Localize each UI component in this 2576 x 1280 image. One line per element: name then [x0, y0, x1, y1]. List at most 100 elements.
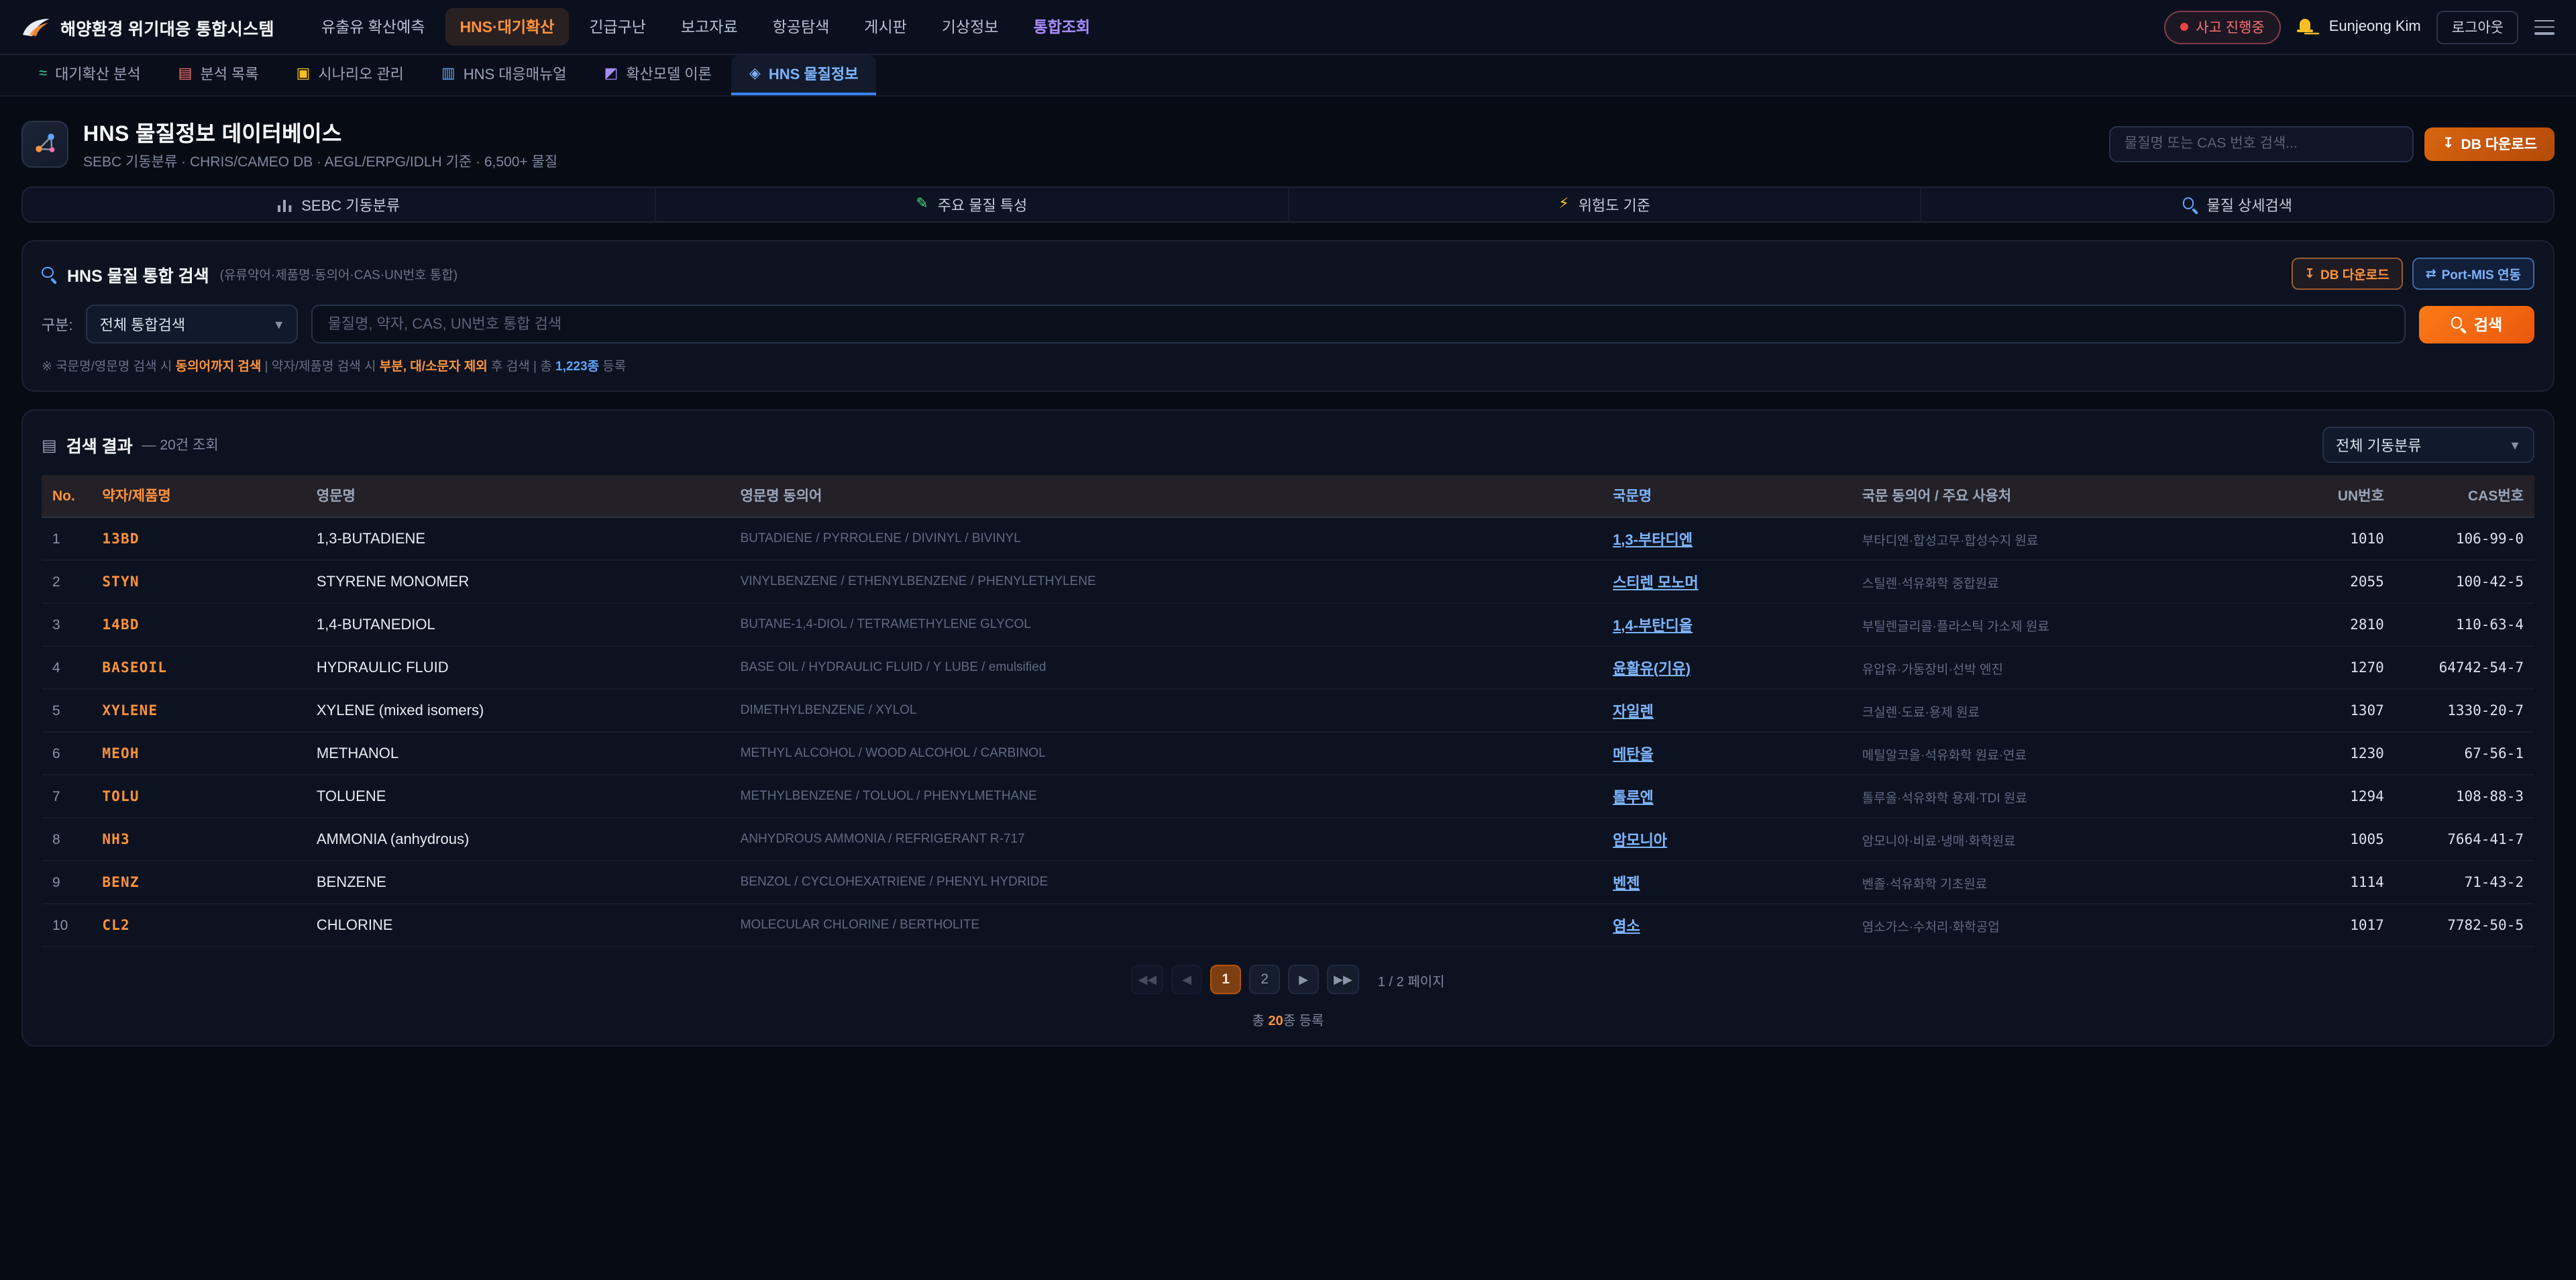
sub-tab[interactable]: ▣시나리오 관리 [279, 55, 421, 95]
feature-tab[interactable]: ⚡위험도 기준 [1289, 188, 1922, 221]
korean-synonym-cell: 암모니아·비료·냉매·화학원료 [1851, 818, 2300, 861]
un-number-cell: 1017 [2300, 904, 2395, 947]
korean-name-link[interactable]: 염소 [1613, 918, 1640, 935]
korean-name-link[interactable]: 1,4-부탄디올 [1613, 618, 1693, 634]
pagination-page-button[interactable]: 2 [1249, 965, 1280, 994]
feature-tab-label: SEBC 기동분류 [301, 194, 400, 215]
nav-item[interactable]: 항공탐색 [758, 8, 845, 46]
korean-name-link[interactable]: 벤젠 [1613, 875, 1640, 892]
korean-name-link[interactable]: 1,3-부타디엔 [1613, 532, 1693, 548]
nav-item[interactable]: 보고자료 [666, 8, 753, 46]
col-korean-name[interactable]: 국문명 [1602, 475, 1851, 517]
korean-name-link[interactable]: 톨루엔 [1613, 790, 1654, 806]
incident-status-badge[interactable]: 사고 진행중 [2163, 10, 2280, 44]
col-abbr[interactable]: 약자/제품명 [91, 475, 306, 517]
search-type-select[interactable]: 전체 통합검색 ▼ [87, 305, 299, 343]
chevron-down-icon: ▼ [2509, 438, 2521, 451]
row-number-cell: 3 [42, 603, 91, 646]
table-row: 4BASEOILHYDRAULIC FLUIDBASE OIL / HYDRAU… [42, 646, 2534, 689]
sub-tab[interactable]: ◩확산모델 이론 [587, 55, 729, 95]
table-row: 10CL2CHLORINEMOLECULAR CHLORINE / BERTHO… [42, 904, 2534, 947]
nav-item[interactable]: 게시판 [849, 8, 922, 46]
korean-name-link[interactable]: 자일렌 [1613, 704, 1654, 720]
pagination-page-button[interactable]: 1 [1210, 965, 1241, 994]
folder-icon: ▣ [297, 66, 311, 81]
unified-search-input[interactable] [312, 305, 2406, 343]
classification-filter-select[interactable]: 전체 기동분류 ▼ [2322, 427, 2534, 463]
feature-tab[interactable]: SEBC 기동분류 [23, 188, 656, 221]
panel-db-download-button[interactable]: ↧ DB 다운로드 [2291, 258, 2403, 290]
row-number-cell: 10 [42, 904, 91, 947]
page-subtitle: SEBC 기동분류 · CHRIS/CAMEO DB · AEGL/ERPG/I… [83, 152, 557, 172]
chevron-down-icon: ▼ [273, 317, 285, 331]
total-suffix: 종 등록 [1283, 1014, 1324, 1029]
english-synonym-cell: BUTANE-1,4-DIOL / TETRAMETHYLENE GLYCOL [730, 603, 1603, 646]
db-download-button[interactable]: ↧ DB 다운로드 [2425, 127, 2555, 160]
feature-tab[interactable]: 물질 상세검색 [1922, 188, 2554, 221]
pagination-last-button[interactable]: ▶▶ [1327, 965, 1359, 994]
korean-name-link[interactable]: 스티렌 모노머 [1613, 575, 1699, 591]
col-english-synonym[interactable]: 영문명 동의어 [730, 475, 1603, 517]
top-nav-right: 사고 진행중 Eunjeong Kim 로그아웃 [2163, 10, 2555, 44]
sub-tab[interactable]: ≈대기확산 분석 [21, 55, 158, 95]
pagination-info: 1 / 2 페이지 [1378, 969, 1445, 990]
row-number-cell: 9 [42, 861, 91, 904]
col-cas-number[interactable]: CAS번호 [2395, 475, 2534, 517]
search-form: 구분: 전체 통합검색 ▼ 검색 [42, 305, 2534, 343]
pagination-next-button[interactable]: ▶ [1288, 965, 1319, 994]
search-panel: HNS 물질 통합 검색 (유류약어·제품명·동의어·CAS·UN번호 통합) … [21, 240, 2555, 392]
english-name-cell: 1,3-BUTADIENE [306, 517, 730, 560]
page-header-actions: ↧ DB 다운로드 [2110, 125, 2555, 162]
korean-name-cell: 암모니아 [1602, 818, 1851, 861]
pagination-prev-button[interactable]: ◀ [1171, 965, 1202, 994]
nav-item[interactable]: 긴급구난 [574, 8, 661, 46]
nav-item[interactable]: HNS·대기확산 [445, 8, 569, 46]
logout-button[interactable]: 로그아웃 [2437, 10, 2518, 44]
search-button[interactable]: 검색 [2419, 305, 2534, 343]
bell-icon[interactable] [2297, 19, 2313, 35]
search-panel-subtitle: (유류약어·제품명·동의어·CAS·UN번호 통합) [220, 264, 458, 283]
header-search-input[interactable] [2110, 125, 2414, 162]
korean-name-link[interactable]: 메탄올 [1613, 747, 1654, 763]
book-icon: ▥ [441, 66, 455, 81]
pagination-first-button[interactable]: ◀◀ [1131, 965, 1163, 994]
english-name-cell: BENZENE [306, 861, 730, 904]
table-row: 7TOLUTOLUENEMETHYLBENZENE / TOLUOL / PHE… [42, 775, 2534, 818]
sub-tab[interactable]: ▥HNS 대응매뉴얼 [424, 55, 584, 95]
korean-synonym-cell: 벤졸·석유화학 기초원료 [1851, 861, 2300, 904]
english-synonym-cell: DIMETHYLBENZENE / XYLOL [730, 689, 1603, 732]
nav-item[interactable]: 유출유 확산예측 [307, 8, 440, 46]
results-count: — 20건 조회 [142, 435, 219, 455]
col-english-name[interactable]: 영문명 [306, 475, 730, 517]
table-row: 9BENZBENZENEBENZOL / CYCLOHEXATRIENE / P… [42, 861, 2534, 904]
abbr-cell: BENZ [91, 861, 306, 904]
theory-icon: ◩ [604, 66, 619, 81]
cas-number-cell: 100-42-5 [2395, 560, 2534, 603]
korean-synonym-cell: 크실렌·도료·용제 원료 [1851, 689, 2300, 732]
korean-name-link[interactable]: 암모니아 [1613, 833, 1667, 849]
korean-name-link[interactable]: 윤활유(기유) [1613, 661, 1690, 677]
english-name-cell: METHANOL [306, 732, 730, 775]
feature-tab[interactable]: ✎주요 물질 특성 [656, 188, 1289, 221]
row-number-cell: 6 [42, 732, 91, 775]
korean-synonym-cell: 유압유·가동장비·선박 엔진 [1851, 646, 2300, 689]
bolt-icon: ⚡ [1558, 197, 1568, 212]
feature-tab-label: 물질 상세검색 [2206, 194, 2292, 215]
col-un-number[interactable]: UN번호 [2300, 475, 2395, 517]
abbr-cell: 13BD [91, 517, 306, 560]
col-korean-synonym[interactable]: 국문 동의어 / 주요 사용처 [1851, 475, 2300, 517]
english-synonym-cell: VINYLBENZENE / ETHENYLBENZENE / PHENYLET… [730, 560, 1603, 603]
portmis-link-button[interactable]: ⇄ Port-MIS 연동 [2412, 258, 2534, 290]
hamburger-menu-icon[interactable] [2534, 19, 2555, 34]
sub-tab[interactable]: ▤분석 목록 [161, 55, 276, 95]
logo[interactable]: 해양환경 위기대응 통합시스템 [21, 14, 274, 40]
korean-name-cell: 벤젠 [1602, 861, 1851, 904]
feature-tabs: SEBC 기동분류 ✎주요 물질 특성⚡위험도 기준 물질 상세검색 [21, 186, 2555, 223]
col-no[interactable]: No. [42, 475, 91, 517]
korean-name-cell: 자일렌 [1602, 689, 1851, 732]
main-nav: 유출유 확산예측HNS·대기확산긴급구난보고자료항공탐색게시판기상정보통합조회 [307, 8, 1105, 46]
sub-tab[interactable]: ◈HNS 물질정보 [732, 55, 875, 95]
english-synonym-cell: BASE OIL / HYDRAULIC FLUID / Y LUBE / em… [730, 646, 1603, 689]
nav-item[interactable]: 통합조회 [1018, 8, 1105, 46]
nav-item[interactable]: 기상정보 [927, 8, 1014, 46]
